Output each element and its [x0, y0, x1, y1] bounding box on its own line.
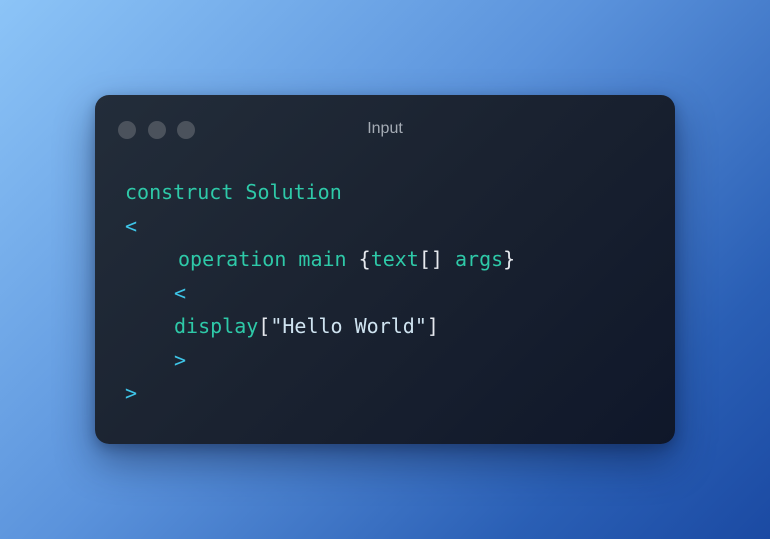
code-token: <: [174, 281, 187, 305]
code-token: >: [174, 348, 187, 372]
code-token: {: [358, 247, 371, 271]
code-token: [: [258, 314, 271, 338]
code-line-3: operation main {text[] args}: [178, 246, 515, 272]
code-token: []: [418, 247, 443, 271]
code-token: args: [455, 247, 504, 271]
code-token: <: [125, 214, 138, 238]
code-window: Input construct Solution < operation mai…: [95, 95, 675, 444]
code-token: ]: [426, 314, 439, 338]
code-line-1: construct Solution: [125, 179, 342, 205]
code-line-7: >: [125, 380, 137, 406]
code-block: construct Solution < operation main {tex…: [95, 95, 675, 444]
code-token: "Hello World": [270, 314, 427, 338]
code-token: text: [370, 247, 419, 271]
code-token: display: [174, 314, 259, 338]
code-token: Solution: [245, 180, 342, 204]
code-token: >: [125, 381, 138, 405]
code-line-4: <: [174, 280, 186, 306]
code-line-5: display["Hello World"]: [174, 313, 439, 339]
code-token: operation: [178, 247, 287, 271]
code-line-6: >: [174, 347, 186, 373]
code-line-2: <: [125, 213, 137, 239]
code-token: }: [503, 247, 516, 271]
code-token: main: [298, 247, 347, 271]
code-token: construct: [125, 180, 234, 204]
